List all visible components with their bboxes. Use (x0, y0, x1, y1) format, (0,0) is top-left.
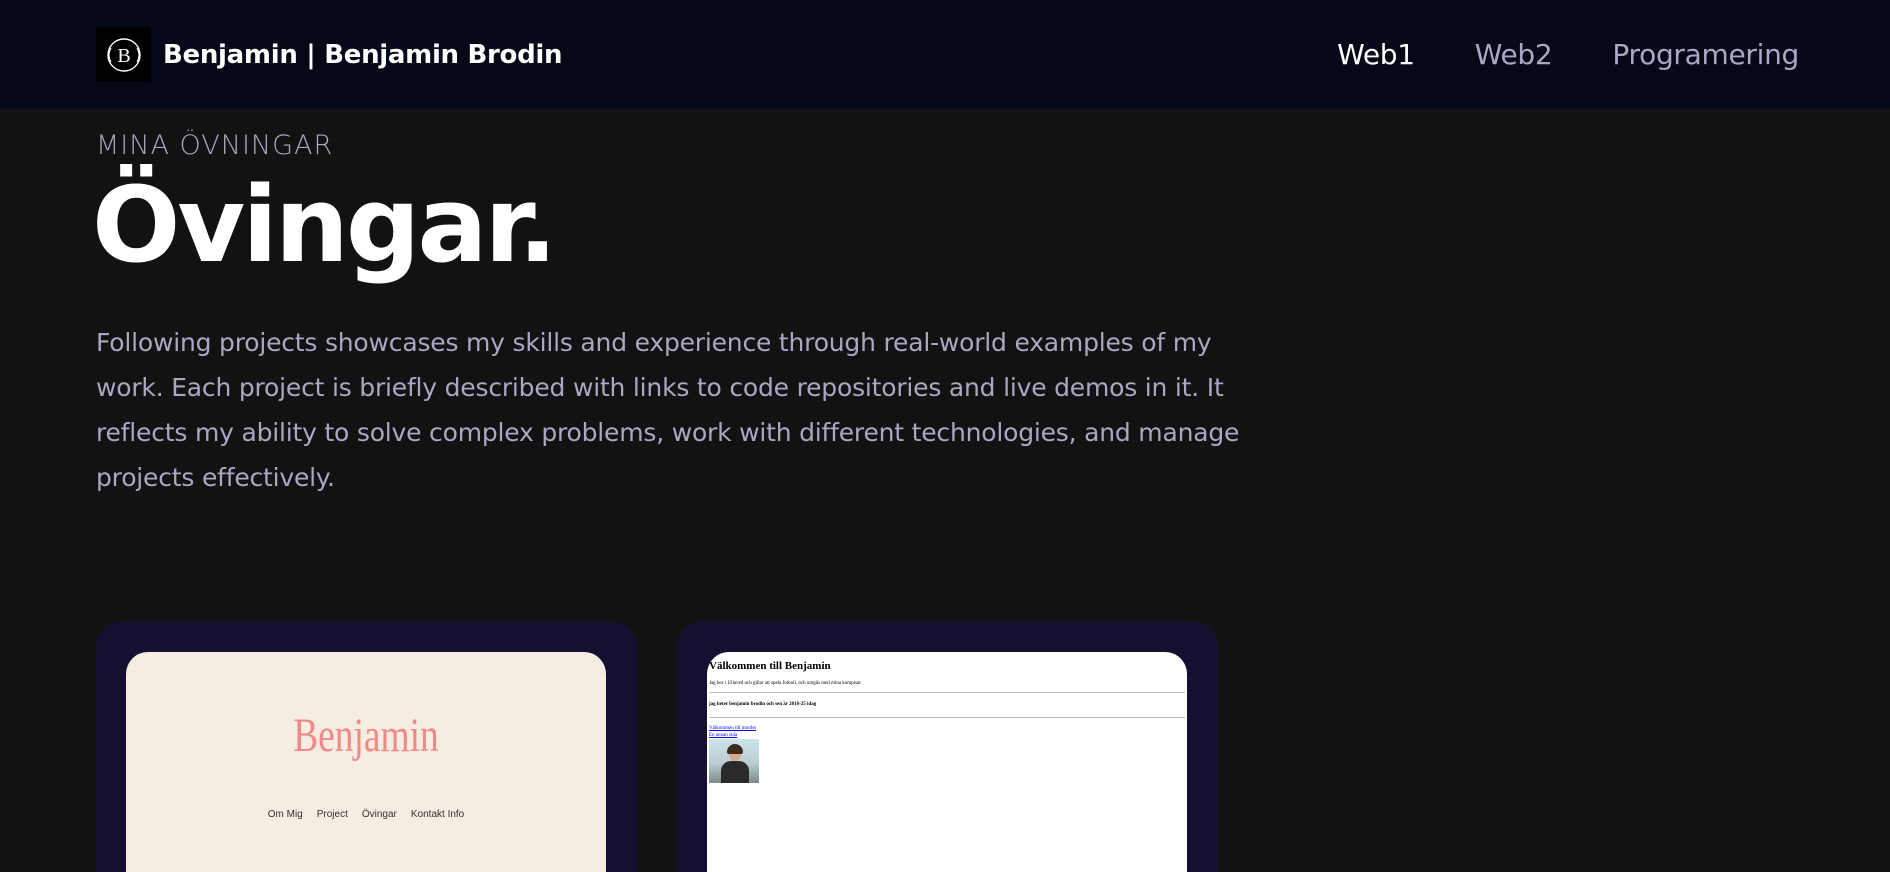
preview-site-link: En annan sida (709, 733, 738, 738)
preview-site-text: jag heter benjamin brodin och sen är 201… (709, 702, 817, 707)
nav-link-programering[interactable]: Programering (1612, 38, 1799, 71)
preview-photo (709, 739, 759, 783)
section-description: Following projects showcases my skills a… (96, 328, 1240, 492)
project-card[interactable]: Välkommen till Benjamin Jag bor i Ullave… (677, 622, 1218, 872)
preview-menu-item: Project (316, 809, 348, 820)
preview-site-title: Benjamin (293, 709, 439, 762)
brand-link[interactable]: B Benjamin | Benjamin Brodin (96, 27, 563, 82)
logo-letter: B (117, 45, 130, 67)
nav-link-web1[interactable]: Web1 (1337, 38, 1415, 71)
nav-link-web2[interactable]: Web2 (1475, 38, 1553, 71)
logo-icon: B (96, 27, 151, 82)
preview-site-menu: Om Mig Project Övingar Kontakt Info (126, 809, 606, 820)
section-subtitle: MINA ÖVNINGAR (96, 130, 334, 161)
nav-links: Web1 Web2 Programering (1337, 38, 1799, 71)
preview-menu-item: Övingar (361, 809, 397, 820)
preview-menu-item: Kontakt Info (410, 809, 465, 820)
preview-divider (709, 692, 1185, 693)
preview-site-text: Jag bor i Ullaved och gillar att spela f… (709, 681, 861, 686)
project-preview-image[interactable]: Välkommen till Benjamin Jag bor i Ullave… (707, 652, 1187, 872)
page-title: Övingar. (92, 164, 557, 286)
navbar: B Benjamin | Benjamin Brodin Web1 Web2 P… (0, 0, 1890, 109)
preview-divider (709, 717, 1185, 718)
project-preview-image[interactable]: Benjamin Om Mig Project Övingar Kontakt … (126, 652, 606, 872)
preview-site-link: Välkommen till mordet (709, 726, 756, 731)
preview-menu-item: Om Mig (267, 809, 303, 820)
preview-site-title: Välkommen till Benjamin (709, 660, 831, 672)
project-card[interactable]: Benjamin Om Mig Project Övingar Kontakt … (96, 622, 637, 872)
brand-name: Benjamin | Benjamin Brodin (163, 39, 563, 70)
